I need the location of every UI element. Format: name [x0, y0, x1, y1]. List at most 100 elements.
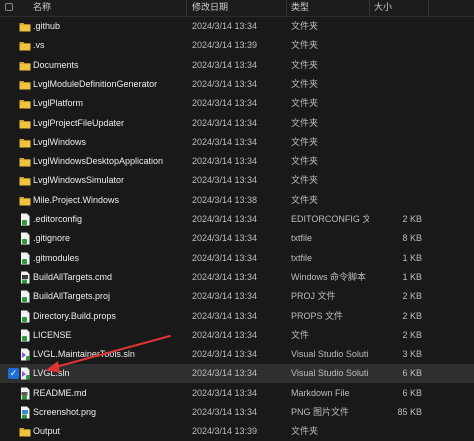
file-name: .gitignore: [33, 233, 71, 244]
folder-icon: [19, 97, 31, 110]
file-size: [370, 36, 422, 55]
file-modified-date: 2024/3/14 13:34: [192, 349, 258, 360]
file-row[interactable]: Documents 2024/3/14 13:34 文件夹: [0, 56, 474, 75]
file-type: 文件夹: [291, 156, 319, 167]
select-all-checkbox[interactable]: [5, 3, 13, 11]
file-type: Windows 命令脚本: [291, 271, 367, 282]
vs-solution-icon: [19, 367, 31, 380]
file-size: [370, 422, 422, 441]
file-row[interactable]: .vs 2024/3/14 13:39 文件夹: [0, 36, 474, 55]
file-row[interactable]: .gitmodules 2024/3/14 13:34 txtfile 1 KB: [0, 249, 474, 268]
folder-icon: [19, 117, 31, 130]
folder-icon: [19, 194, 31, 207]
file-row[interactable]: LVGL.MaintainerTools.sln 2024/3/14 13:34 V…: [0, 345, 474, 364]
column-divider[interactable]: [369, 0, 370, 16]
column-header-name[interactable]: 名称: [33, 0, 183, 16]
file-name: .editorconfig: [33, 214, 83, 224]
file-row[interactable]: Mile.Project.Windows 2024/3/14 13:38 文件夹: [0, 191, 474, 210]
file-modified-date: 2024/3/14 13:34: [192, 59, 258, 70]
file-row[interactable]: ✓ LVGL.sln 2024/3/14 13:34 Visual Studio So…: [0, 364, 474, 384]
file-modified-date: 2024/3/14 13:34: [192, 252, 258, 263]
file-type: PROPS 文件: [291, 310, 344, 321]
file-row[interactable]: LvglWindows 2024/3/14 13:34 文件夹: [0, 133, 474, 152]
file-name: LvglWindowsSimulator: [33, 175, 125, 186]
file-type: 文件夹: [291, 136, 319, 147]
file-row[interactable]: LvglWindowsDesktopApplication 2024/3/14 1…: [0, 152, 474, 171]
file-size: 8 KB: [402, 233, 422, 244]
file-type: 文件夹: [291, 175, 319, 186]
file-row[interactable]: .gitignore 2024/3/14 13:34 txtfile 8 KB: [0, 229, 474, 248]
file-modified-date: 2024/3/14 13:38: [192, 194, 258, 205]
file-row[interactable]: LICENSE 2024/3/14 13:34 文件 2 KB: [0, 326, 474, 345]
file-row[interactable]: .github 2024/3/14 13:34 文件夹: [0, 17, 474, 36]
file-type: 文件夹: [291, 426, 319, 437]
folder-icon: [19, 136, 31, 149]
file-row[interactable]: BuildAllTargets.proj 2024/3/14 13:34 PROJ …: [0, 287, 474, 306]
file-icon: [19, 329, 31, 342]
column-header-size[interactable]: 大小: [374, 0, 424, 16]
file-type: 文件夹: [291, 98, 319, 109]
markdown-icon: [19, 387, 31, 400]
file-name: LvglWindowsDesktopApplication: [33, 156, 164, 167]
file-modified-date: 2024/3/14 13:34: [192, 117, 258, 128]
file-row[interactable]: Output 2024/3/14 13:39 文件夹: [0, 422, 474, 441]
file-name: Output: [33, 426, 61, 437]
file-row[interactable]: BuildAllTargets.cmd 2024/3/14 13:34 Window…: [0, 268, 474, 287]
file-row[interactable]: Directory.Build.props 2024/3/14 13:34 PROP…: [0, 307, 474, 326]
file-modified-date: 2024/3/14 13:34: [192, 156, 258, 167]
file-type: 文件夹: [291, 117, 319, 128]
file-name: .github: [33, 21, 61, 31]
file-type: PNG 图片文件: [291, 407, 350, 417]
file-row[interactable]: LvglPlatform 2024/3/14 13:34 文件夹: [0, 94, 474, 113]
file-type: EDITORCONFIG 文件: [291, 214, 369, 224]
file-name: README.md: [33, 387, 87, 398]
column-divider[interactable]: [286, 0, 287, 16]
file-size: 3 KB: [402, 349, 422, 360]
file-row[interactable]: LvglWindowsSimulator 2024/3/14 13:34 文件夹: [0, 171, 474, 190]
file-name: LVGL.MaintainerTools.sln: [33, 349, 135, 360]
file-name: LvglProjectFileUpdater: [33, 117, 125, 128]
file-type: 文件夹: [291, 194, 319, 205]
file-type: 文件夹: [291, 59, 319, 70]
file-modified-date: 2024/3/14 13:34: [192, 175, 258, 186]
file-size: 1 KB: [402, 252, 422, 263]
folder-icon: [19, 20, 31, 33]
folder-icon: [19, 78, 31, 91]
file-row[interactable]: .editorconfig 2024/3/14 13:34 EDITORCONFIG…: [0, 210, 474, 229]
file-modified-date: 2024/3/14 13:34: [192, 387, 258, 398]
file-name: BuildAllTargets.proj: [33, 291, 111, 302]
file-modified-date: 2024/3/14 13:34: [192, 271, 258, 282]
row-checkbox[interactable]: ✓: [8, 368, 19, 380]
file-size: [370, 191, 422, 210]
file-size: [370, 133, 422, 152]
column-divider[interactable]: [428, 0, 429, 16]
file-size: 2 KB: [402, 310, 422, 321]
file-type: 文件夹: [291, 21, 319, 31]
file-type: txtfile: [291, 252, 313, 263]
file-row[interactable]: Screenshot.png 2024/3/14 13:34 PNG 图片文件 85 …: [0, 403, 474, 422]
folder-icon: [19, 39, 31, 52]
file-row[interactable]: README.md 2024/3/14 13:34 Markdown File 6 K…: [0, 384, 474, 403]
file-size: 6 KB: [402, 387, 422, 398]
column-header-date[interactable]: 修改日期: [192, 0, 287, 16]
folder-icon: [19, 59, 31, 72]
file-row[interactable]: LvglModuleDefinitionGenerator 2024/3/14 1…: [0, 75, 474, 94]
file-size: 6 KB: [402, 368, 422, 379]
file-name: BuildAllTargets.cmd: [33, 271, 113, 282]
file-name: Mile.Project.Windows: [33, 194, 120, 205]
file-row[interactable]: LvglProjectFileUpdater 2024/3/14 13:34 文件夹: [0, 114, 474, 133]
file-modified-date: 2024/3/14 13:34: [192, 407, 258, 417]
column-header: 名称 修改日期 类型 大小: [0, 0, 474, 17]
file-type: Visual Studio Soluti...: [291, 368, 369, 379]
file-name: LvglWindows: [33, 136, 87, 147]
file-name: Screenshot.png: [33, 407, 97, 417]
column-divider[interactable]: [186, 0, 187, 16]
column-header-type[interactable]: 类型: [291, 0, 369, 16]
file-type: 文件: [291, 329, 310, 340]
file-size: [370, 94, 422, 113]
file-size: [370, 114, 422, 133]
file-size: [370, 75, 422, 94]
file-modified-date: 2024/3/14 13:34: [192, 98, 258, 109]
file-type: 文件夹: [291, 40, 319, 51]
file-size: [370, 17, 422, 36]
